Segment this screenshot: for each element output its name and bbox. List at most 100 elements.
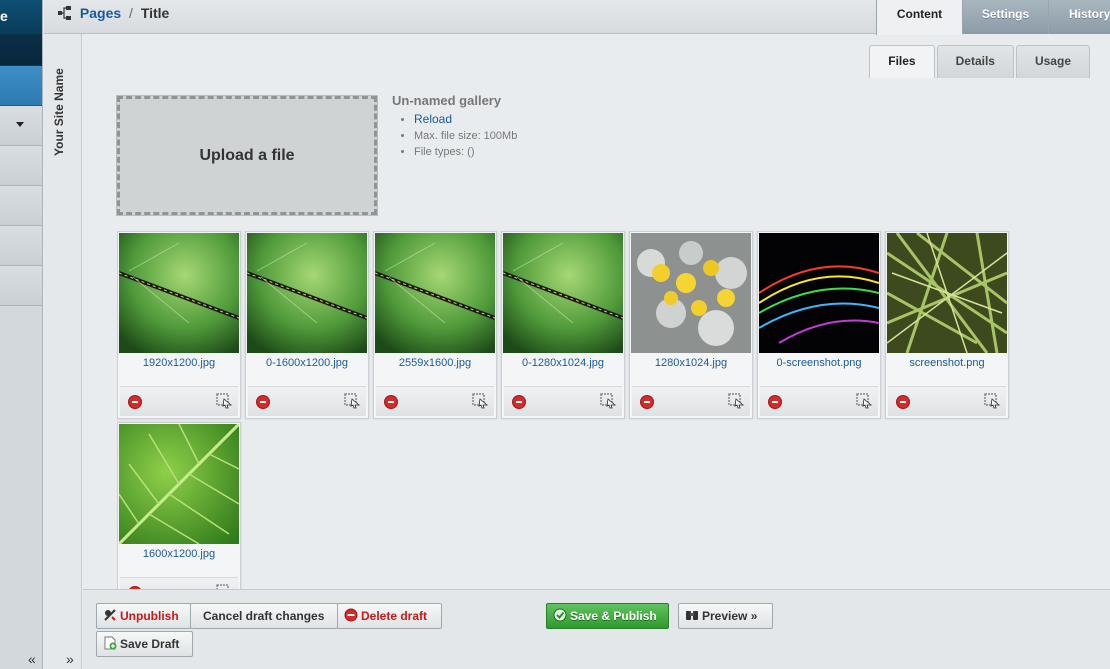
main-content: Files Details Usage Upload a file Un-nam… (83, 35, 1110, 589)
file-actions (120, 577, 238, 589)
nav-item[interactable] (0, 186, 42, 226)
file-actions (888, 386, 1006, 416)
file-actions (120, 386, 238, 416)
file-item[interactable]: 1920x1200.jpg (117, 231, 241, 419)
nav-item-active[interactable] (0, 66, 42, 106)
file-thumbnail[interactable] (119, 233, 239, 353)
file-item[interactable]: screenshot.png (885, 231, 1009, 419)
reload-link[interactable]: Reload (414, 112, 452, 126)
nav-item[interactable] (0, 146, 42, 186)
nav-item-dark[interactable] (0, 34, 42, 66)
file-name[interactable]: 1280x1024.jpg (630, 354, 752, 386)
select-icon[interactable] (984, 393, 1000, 409)
file-item[interactable]: 0-screenshot.png (757, 231, 881, 419)
unpublish-label: Unpublish (120, 609, 179, 623)
tab-files[interactable]: Files (869, 45, 935, 78)
file-thumbnail[interactable] (503, 233, 623, 353)
unpublish-icon (104, 609, 116, 621)
remove-icon[interactable] (768, 395, 782, 409)
file-thumbnail[interactable] (759, 233, 879, 353)
select-icon[interactable] (344, 393, 360, 409)
select-icon[interactable] (856, 393, 872, 409)
file-name[interactable]: 2559x1600.jpg (374, 354, 496, 386)
binoculars-icon (686, 611, 698, 620)
delete-draft-button[interactable]: Delete draft (337, 603, 442, 629)
upload-label: Upload a file (199, 146, 295, 164)
remove-icon[interactable] (384, 395, 398, 409)
breadcrumb-current: Title (140, 5, 170, 21)
preview-button[interactable]: Preview » (678, 603, 773, 629)
remove-icon[interactable] (128, 395, 142, 409)
file-name[interactable]: 1600x1200.jpg (118, 545, 240, 577)
nav-item[interactable] (0, 266, 42, 306)
brand-text: e (0, 8, 8, 24)
file-actions (376, 386, 494, 416)
sitemap-icon (58, 6, 71, 20)
cancel-draft-label: Cancel draft changes (203, 609, 325, 623)
file-item[interactable]: 1600x1200.jpg (117, 422, 241, 589)
tab-settings[interactable]: Settings (962, 0, 1048, 34)
breadcrumb-pages-link[interactable]: Pages (80, 5, 121, 21)
remove-icon[interactable] (512, 395, 526, 409)
file-types: File types: () (414, 144, 517, 160)
delete-draft-label: Delete draft (361, 609, 428, 623)
file-thumbnail[interactable] (631, 233, 751, 353)
file-actions (504, 386, 622, 416)
gallery-title: Un-named gallery (392, 93, 502, 108)
remove-icon[interactable] (640, 395, 654, 409)
collapse-nav-button[interactable]: « (28, 651, 36, 667)
save-draft-icon (104, 636, 117, 650)
file-thumbnail[interactable] (247, 233, 367, 353)
file-item[interactable]: 1280x1024.jpg (629, 231, 753, 419)
expand-panel-button[interactable]: » (66, 651, 74, 667)
max-file-size: Max. file size: 100Mb (414, 128, 517, 144)
select-icon[interactable] (600, 393, 616, 409)
tab-history[interactable]: History (1048, 0, 1110, 34)
tab-details[interactable]: Details (936, 45, 1014, 78)
file-item[interactable]: 0-1280x1024.jpg (501, 231, 625, 419)
preview-label: Preview » (702, 609, 758, 623)
delete-icon (344, 608, 358, 622)
file-actions (632, 386, 750, 416)
breadcrumb: Pages / Title (58, 0, 169, 34)
remove-icon[interactable] (896, 395, 910, 409)
left-nav: e « (0, 0, 43, 669)
file-thumbnail[interactable] (375, 233, 495, 353)
file-actions (760, 386, 878, 416)
list-item: Reload (414, 111, 517, 128)
save-publish-label: Save & Publish (570, 609, 657, 623)
file-name[interactable]: 1920x1200.jpg (118, 354, 240, 386)
header: Pages / Title Content Settings History (44, 0, 1110, 35)
select-icon[interactable] (728, 393, 744, 409)
site-tree-panel: Your Site Name » (44, 0, 82, 669)
site-name[interactable]: Your Site Name (52, 68, 66, 156)
file-actions (248, 386, 366, 416)
check-icon (553, 608, 567, 622)
upload-dropzone[interactable]: Upload a file (117, 96, 377, 215)
brand-logo[interactable]: e (0, 0, 42, 34)
form-actions: Unpublish Cancel draft changes Delete dr… (83, 589, 1110, 669)
file-item[interactable]: 2559x1600.jpg (373, 231, 497, 419)
cancel-draft-button[interactable]: Cancel draft changes (190, 603, 338, 629)
content-subtabs: Files Details Usage (869, 45, 1090, 78)
file-name[interactable]: 0-1280x1024.jpg (502, 354, 624, 386)
save-publish-button[interactable]: Save & Publish (546, 603, 669, 629)
tab-content[interactable]: Content (876, 0, 962, 35)
select-icon[interactable] (216, 393, 232, 409)
unpublish-button[interactable]: Unpublish (96, 603, 191, 629)
file-name[interactable]: screenshot.png (886, 354, 1008, 386)
nav-item-dropdown[interactable] (0, 106, 42, 146)
file-item[interactable]: 0-1600x1200.jpg (245, 231, 369, 419)
save-draft-button[interactable]: Save Draft (96, 631, 193, 657)
save-draft-label: Save Draft (120, 637, 180, 651)
files-grid: 1920x1200.jpg 0-1600x1200.jpg 2559x1600.… (117, 231, 1017, 589)
file-name[interactable]: 0-screenshot.png (758, 354, 880, 386)
select-icon[interactable] (472, 393, 488, 409)
file-thumbnail[interactable] (887, 233, 1007, 353)
tab-usage[interactable]: Usage (1015, 45, 1090, 78)
remove-icon[interactable] (256, 395, 270, 409)
file-thumbnail[interactable] (119, 424, 239, 544)
editor-tabs: Content Settings History (876, 0, 1110, 35)
nav-item[interactable] (0, 226, 42, 266)
file-name[interactable]: 0-1600x1200.jpg (246, 354, 368, 386)
